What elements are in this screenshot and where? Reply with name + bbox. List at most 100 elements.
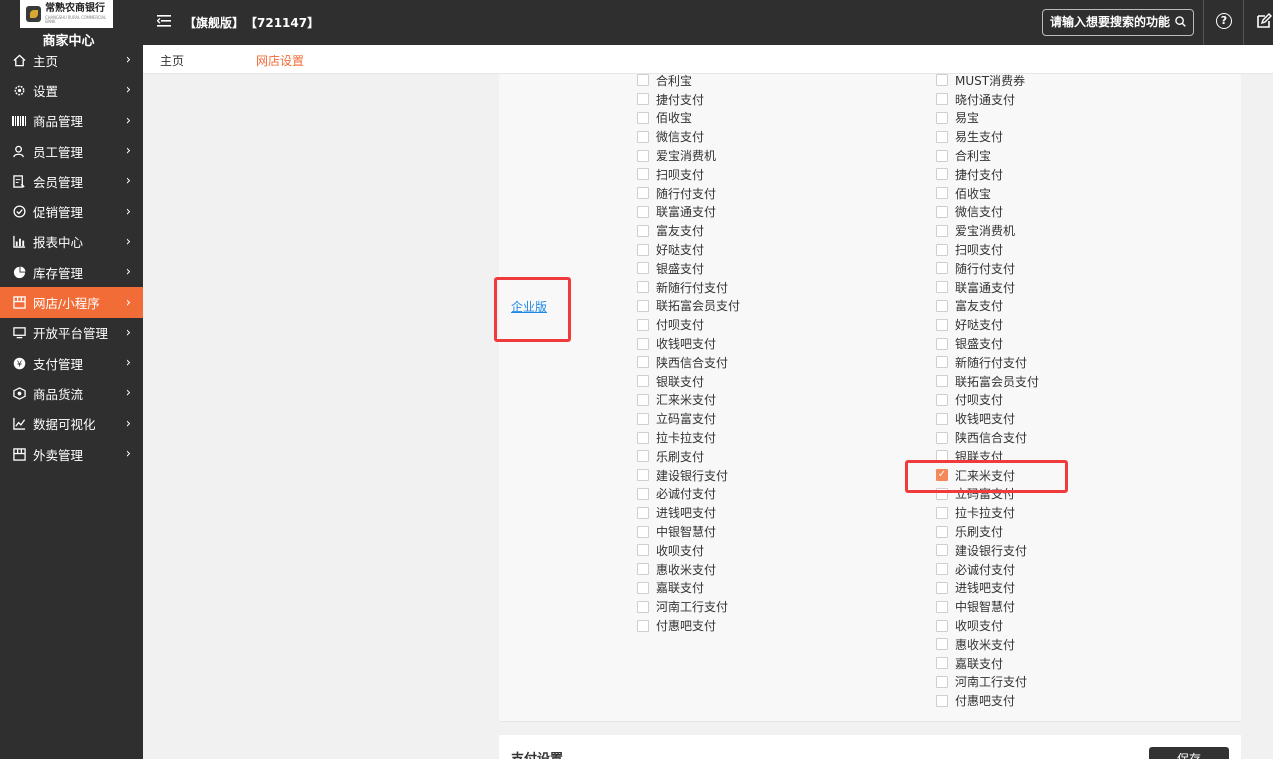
checkbox[interactable] xyxy=(936,431,948,444)
payment-option[interactable]: 付惠吧支付 xyxy=(637,616,740,635)
checkbox[interactable] xyxy=(637,450,649,463)
payment-option[interactable]: 联拓富会员支付 xyxy=(637,297,740,316)
checkbox[interactable] xyxy=(936,224,948,237)
payment-option[interactable]: 合利宝 xyxy=(936,146,1039,165)
checkbox[interactable] xyxy=(936,243,948,256)
payment-option[interactable]: 付呗支付 xyxy=(936,391,1039,410)
payment-option[interactable]: 汇来米支付 xyxy=(637,391,740,410)
payment-option[interactable]: 惠收米支付 xyxy=(936,635,1039,654)
payment-option[interactable]: 乐刷支付 xyxy=(936,522,1039,541)
payment-option[interactable]: MUST消费券 xyxy=(936,71,1039,90)
payment-option[interactable]: 富友支付 xyxy=(637,221,740,240)
checkbox[interactable] xyxy=(936,506,948,519)
checkbox[interactable] xyxy=(637,243,649,256)
checkbox[interactable] xyxy=(637,262,649,275)
payment-option[interactable]: 拉卡拉支付 xyxy=(637,428,740,447)
checkbox[interactable] xyxy=(637,168,649,181)
checkbox[interactable] xyxy=(936,168,948,181)
checkbox[interactable] xyxy=(936,657,948,670)
sidebar-item[interactable]: 设置 › xyxy=(0,75,143,105)
payment-option[interactable]: 拉卡拉支付 xyxy=(936,503,1039,522)
payment-option[interactable]: 惠收米支付 xyxy=(637,560,740,579)
payment-option[interactable]: 收呗支付 xyxy=(936,616,1039,635)
sidebar-item[interactable]: 商品货流 › xyxy=(0,378,143,408)
payment-option[interactable]: 捷付支付 xyxy=(637,90,740,109)
search-input[interactable]: 请输入想要搜索的功能 xyxy=(1042,9,1194,36)
checkbox[interactable] xyxy=(637,506,649,519)
payment-option[interactable]: 易生支付 xyxy=(936,127,1039,146)
checkbox[interactable] xyxy=(637,281,649,294)
sidebar-item[interactable]: 会员管理 › xyxy=(0,166,143,196)
save-button[interactable]: 保存 xyxy=(1149,747,1229,759)
checkbox[interactable] xyxy=(936,581,948,594)
payment-option[interactable]: 好哒支付 xyxy=(637,240,740,259)
checkbox[interactable] xyxy=(936,600,948,613)
checkbox[interactable] xyxy=(936,525,948,538)
checkbox[interactable] xyxy=(936,675,948,688)
checkbox[interactable] xyxy=(936,205,948,218)
checkbox[interactable] xyxy=(936,638,948,651)
payment-option[interactable]: 易宝 xyxy=(936,109,1039,128)
payment-option[interactable]: 立码富支付 xyxy=(637,409,740,428)
checkbox[interactable] xyxy=(637,412,649,425)
payment-option[interactable]: 佰收宝 xyxy=(637,109,740,128)
payment-option[interactable]: 银盛支付 xyxy=(936,334,1039,353)
checkbox[interactable] xyxy=(637,393,649,406)
payment-option[interactable]: 富友支付 xyxy=(936,297,1039,316)
checkbox[interactable] xyxy=(936,412,948,425)
checkbox[interactable] xyxy=(936,544,948,557)
checkbox[interactable] xyxy=(637,619,649,632)
sidebar-item[interactable]: 报表中心 › xyxy=(0,227,143,257)
checkbox[interactable] xyxy=(637,544,649,557)
checkbox[interactable] xyxy=(637,600,649,613)
payment-option[interactable]: 河南工行支付 xyxy=(637,597,740,616)
payment-option[interactable]: 嘉联支付 xyxy=(936,654,1039,673)
payment-option[interactable]: 进钱吧支付 xyxy=(936,579,1039,598)
payment-option[interactable]: 捷付支付 xyxy=(936,165,1039,184)
checkbox[interactable] xyxy=(637,487,649,500)
payment-option[interactable]: 扫呗支付 xyxy=(936,240,1039,259)
payment-option[interactable]: 爱宝消费机 xyxy=(637,146,740,165)
sidebar-item[interactable]: 员工管理 › xyxy=(0,136,143,166)
checkbox[interactable] xyxy=(637,563,649,576)
checkbox[interactable] xyxy=(637,74,649,87)
checkbox[interactable] xyxy=(637,187,649,200)
payment-option[interactable]: 微信支付 xyxy=(936,203,1039,222)
payment-option[interactable]: 乐刷支付 xyxy=(637,447,740,466)
checkbox[interactable] xyxy=(936,337,948,350)
search-icon[interactable] xyxy=(1175,16,1186,27)
payment-option[interactable]: 联富通支付 xyxy=(936,278,1039,297)
payment-option[interactable]: 中银智慧付 xyxy=(637,522,740,541)
sidebar-item[interactable]: 促销管理 › xyxy=(0,196,143,226)
payment-option[interactable]: 爱宝消费机 xyxy=(936,221,1039,240)
payment-option[interactable]: 晓付通支付 xyxy=(936,90,1039,109)
sidebar-item[interactable]: 库存管理 › xyxy=(0,257,143,287)
checkbox[interactable] xyxy=(637,149,649,162)
payment-option[interactable]: 中银智慧付 xyxy=(936,597,1039,616)
checkbox[interactable] xyxy=(936,111,948,124)
sidebar-item[interactable]: 网店/小程序 › xyxy=(0,287,143,318)
payment-option[interactable]: 建设银行支付 xyxy=(637,466,740,485)
checkbox[interactable] xyxy=(637,581,649,594)
checkbox[interactable] xyxy=(936,130,948,143)
checkbox[interactable] xyxy=(936,93,948,106)
checkbox[interactable] xyxy=(637,431,649,444)
payment-option[interactable]: 新随行付支付 xyxy=(936,353,1039,372)
sidebar-item[interactable]: 主页 › xyxy=(0,45,143,75)
checkbox[interactable] xyxy=(936,262,948,275)
payment-option[interactable]: 嘉联支付 xyxy=(637,579,740,598)
payment-option[interactable]: 新随行付支付 xyxy=(637,278,740,297)
checkbox[interactable] xyxy=(936,393,948,406)
checkbox[interactable] xyxy=(637,375,649,388)
payment-option[interactable]: 必诚付支付 xyxy=(936,560,1039,579)
checkbox[interactable] xyxy=(936,299,948,312)
payment-option[interactable]: 收呗支付 xyxy=(637,541,740,560)
payment-option[interactable]: 付呗支付 xyxy=(637,315,740,334)
sidebar-item[interactable]: ¥ 支付管理 › xyxy=(0,348,143,378)
sidebar-item[interactable]: 开放平台管理 › xyxy=(0,318,143,348)
checkbox[interactable] xyxy=(936,356,948,369)
checkbox[interactable] xyxy=(637,130,649,143)
checkbox[interactable] xyxy=(637,205,649,218)
checkbox[interactable] xyxy=(936,187,948,200)
checkbox[interactable] xyxy=(936,375,948,388)
